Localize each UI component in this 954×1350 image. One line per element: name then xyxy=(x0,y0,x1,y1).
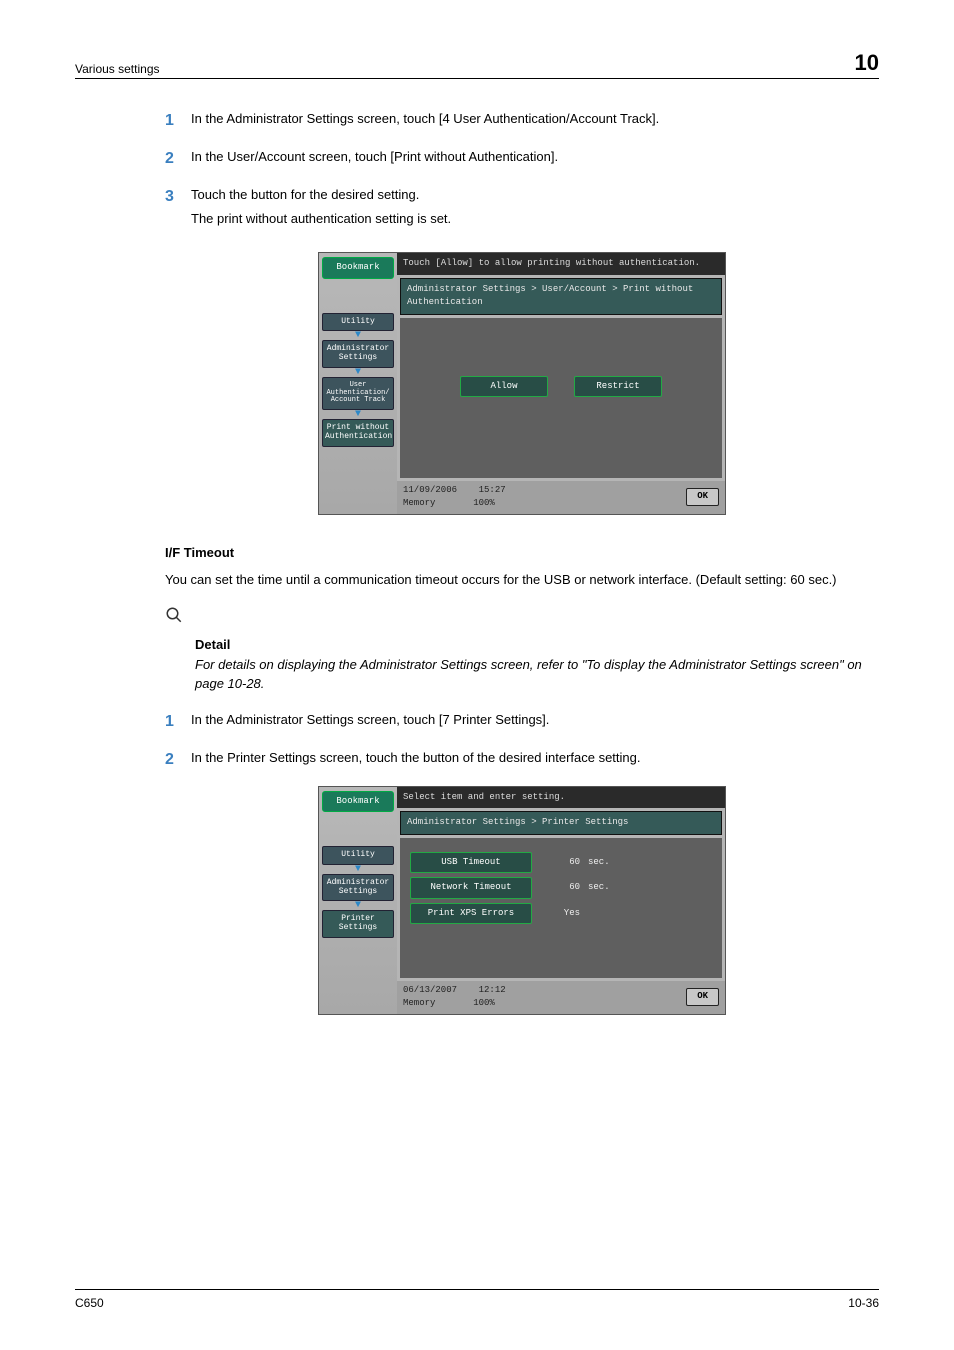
bookmark-tab[interactable]: Bookmark xyxy=(322,791,394,813)
screenshot-printer-settings: Bookmark Utility ▼ Administrator Setting… xyxy=(318,786,726,1015)
status-memory-label: Memory xyxy=(403,498,435,508)
detail-icon xyxy=(165,606,183,630)
status-bar: 06/13/2007 12:12 Memory 100% OK xyxy=(397,981,725,1014)
header-chapter-number: 10 xyxy=(855,50,879,76)
arrow-down-icon: ▼ xyxy=(322,867,394,872)
breadcrumb: Administrator Settings > User/Account > … xyxy=(400,278,722,315)
instruction-bar: Touch [Allow] to allow printing without … xyxy=(397,253,725,275)
step-b-1: 1 In the Administrator Settings screen, … xyxy=(165,710,879,734)
status-memory-pct: 100% xyxy=(473,498,495,508)
step-a-1: 1 In the Administrator Settings screen, … xyxy=(165,109,879,133)
step-number: 1 xyxy=(165,109,191,133)
allow-button[interactable]: Allow xyxy=(460,376,548,398)
step-text: In the User/Account screen, touch [Print… xyxy=(191,147,879,171)
section-body: You can set the time until a communicati… xyxy=(165,570,879,590)
page-header: Various settings 10 xyxy=(75,50,879,79)
step-number: 3 xyxy=(165,185,191,238)
step-text: In the Administrator Settings screen, to… xyxy=(191,109,879,133)
step-number: 2 xyxy=(165,748,191,772)
footer-model: C650 xyxy=(75,1296,104,1310)
screenshot-print-without-auth: Bookmark Utility ▼ Administrator Setting… xyxy=(318,252,726,515)
print-xps-errors-value: Yes xyxy=(540,907,580,921)
step-subtext: The print without authentication setting… xyxy=(191,209,879,229)
nav-printer-settings[interactable]: Printer Settings xyxy=(322,910,394,938)
restrict-button[interactable]: Restrict xyxy=(574,376,662,398)
network-timeout-button[interactable]: Network Timeout xyxy=(410,877,532,899)
network-timeout-unit: sec. xyxy=(588,881,610,895)
arrow-down-icon: ▼ xyxy=(322,370,394,375)
step-text: In the Printer Settings screen, touch th… xyxy=(191,748,879,772)
step-text: Touch the button for the desired setting… xyxy=(191,185,879,205)
print-xps-errors-button[interactable]: Print XPS Errors xyxy=(410,903,532,925)
status-date: 11/09/2006 xyxy=(403,485,457,495)
nav-print-without-auth[interactable]: Print without Authentication xyxy=(322,419,394,447)
footer-page-number: 10-36 xyxy=(848,1296,879,1310)
setting-row-network: Network Timeout 60 sec. xyxy=(410,877,712,899)
page-footer: C650 10-36 xyxy=(75,1289,879,1310)
usb-timeout-button[interactable]: USB Timeout xyxy=(410,852,532,874)
ok-button[interactable]: OK xyxy=(686,488,719,506)
arrow-down-icon: ▼ xyxy=(322,333,394,338)
status-time: 15:27 xyxy=(479,485,506,495)
instruction-bar: Select item and enter setting. xyxy=(397,787,725,809)
status-memory-pct: 100% xyxy=(473,998,495,1008)
step-number: 2 xyxy=(165,147,191,171)
usb-timeout-value: 60 xyxy=(540,856,580,870)
setting-row-xps: Print XPS Errors Yes xyxy=(410,903,712,925)
nav-utility[interactable]: Utility xyxy=(322,313,394,332)
nav-user-auth[interactable]: User Authentication/ Account Track xyxy=(322,377,394,410)
arrow-down-icon: ▼ xyxy=(322,903,394,908)
step-text: In the Administrator Settings screen, to… xyxy=(191,710,879,734)
main-area: Allow Restrict xyxy=(400,318,722,478)
section-title-if-timeout: I/F Timeout xyxy=(165,543,879,563)
detail-text: For details on displaying the Administra… xyxy=(195,655,879,694)
breadcrumb: Administrator Settings > Printer Setting… xyxy=(400,811,722,835)
arrow-down-icon: ▼ xyxy=(322,412,394,417)
setting-row-usb: USB Timeout 60 sec. xyxy=(410,852,712,874)
nav-utility[interactable]: Utility xyxy=(322,846,394,865)
step-number: 1 xyxy=(165,710,191,734)
usb-timeout-unit: sec. xyxy=(588,856,610,870)
step-a-3: 3 Touch the button for the desired setti… xyxy=(165,185,879,238)
status-memory-label: Memory xyxy=(403,998,435,1008)
nav-admin-settings[interactable]: Administrator Settings xyxy=(322,874,394,902)
status-time: 12:12 xyxy=(479,985,506,995)
nav-admin-settings[interactable]: Administrator Settings xyxy=(322,340,394,368)
status-bar: 11/09/2006 15:27 Memory 100% OK xyxy=(397,481,725,514)
detail-label: Detail xyxy=(195,637,230,652)
header-section: Various settings xyxy=(75,62,160,76)
main-area: USB Timeout 60 sec. Network Timeout 60 s… xyxy=(400,838,722,978)
bookmark-tab[interactable]: Bookmark xyxy=(322,257,394,279)
step-a-2: 2 In the User/Account screen, touch [Pri… xyxy=(165,147,879,171)
network-timeout-value: 60 xyxy=(540,881,580,895)
status-date: 06/13/2007 xyxy=(403,985,457,995)
step-b-2: 2 In the Printer Settings screen, touch … xyxy=(165,748,879,772)
ok-button[interactable]: OK xyxy=(686,988,719,1006)
